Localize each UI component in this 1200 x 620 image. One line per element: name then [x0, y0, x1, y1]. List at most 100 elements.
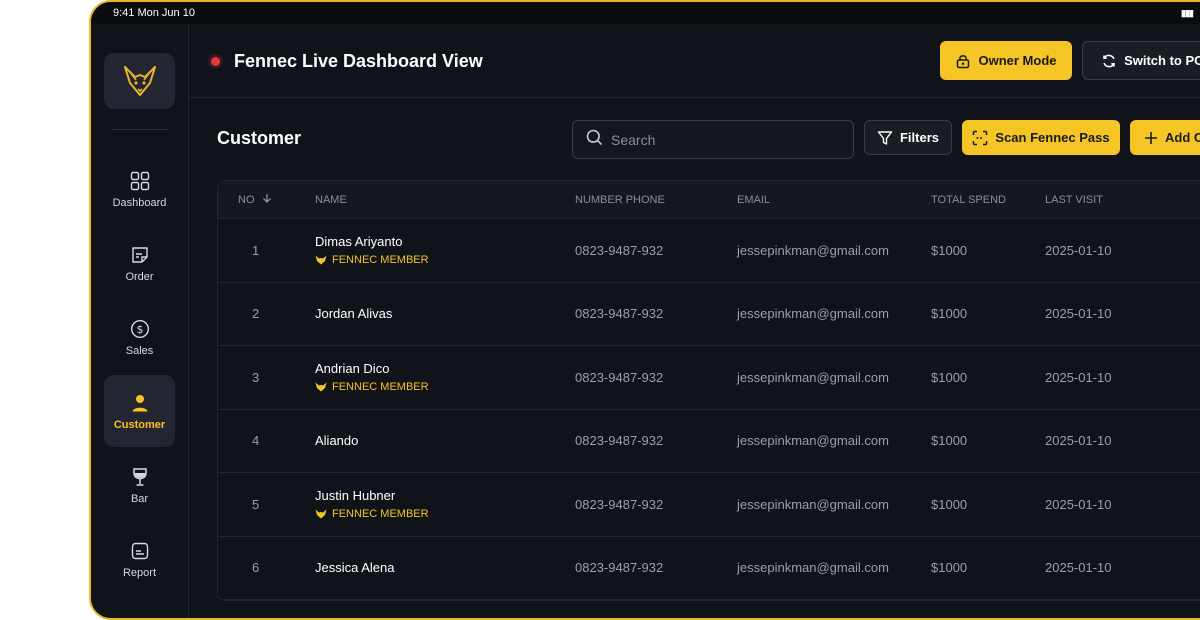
total-spend-cell: $1000: [931, 242, 968, 258]
sidebar-item-label: Customer: [113, 418, 166, 431]
total-spend-cell: $1000: [931, 496, 968, 512]
row-number: 3: [252, 369, 260, 385]
member-badge: FENNEC MEMBER: [315, 254, 575, 266]
live-indicator: [211, 57, 220, 66]
row-number: 5: [252, 496, 260, 512]
customer-name-cell: Dimas Ariyanto FENNEC MEMBER: [315, 234, 575, 266]
report-icon: [129, 540, 151, 562]
plus-icon: [1144, 131, 1158, 145]
column-header-email: EMAIL: [737, 193, 771, 206]
search-box[interactable]: [572, 120, 854, 159]
main-content: Fennec Live Dashboard View Owner Mode Sw…: [189, 24, 1200, 618]
sidebar-item-bar[interactable]: Bar: [104, 449, 175, 521]
customer-name-cell: Andrian Dico FENNEC MEMBER: [315, 361, 575, 393]
phone-cell: 0823-9487-932: [575, 242, 664, 258]
table-row[interactable]: 2 Jordan Alivas 0823-9487-932 jessepinkm…: [218, 282, 1200, 346]
status-time: 9:41 Mon Jun 10: [113, 7, 195, 19]
table-header: NO NAME NUMBER PHONE EMAIL TOTAL SPEND L…: [218, 181, 1200, 219]
total-spend-cell: $1000: [931, 560, 968, 576]
customer-name-cell: Jordan Alivas: [315, 306, 575, 321]
owner-mode-button[interactable]: Owner Mode: [940, 41, 1072, 80]
sidebar-item-label: Dashboard: [112, 196, 167, 209]
search-input[interactable]: [611, 131, 831, 148]
sidebar-item-label: Bar: [130, 492, 149, 505]
sidebar-item-dashboard[interactable]: Dashboard: [104, 153, 175, 225]
table-row[interactable]: 5 Justin Hubner FENNEC MEMBER 0823-9487-…: [218, 473, 1200, 537]
wine-glass-icon: [129, 466, 151, 488]
total-spend-cell: $1000: [931, 306, 968, 322]
customer-name: Jordan Alivas: [315, 306, 393, 322]
last-visit-cell: 2025-01-10: [1045, 433, 1112, 449]
customer-name-cell: Aliando: [315, 433, 575, 448]
sort-arrow-down-icon[interactable]: [262, 194, 272, 206]
add-customer-button[interactable]: Add Customer: [1130, 120, 1200, 155]
total-spend-cell: $1000: [931, 433, 968, 449]
switch-to-pos-label: Switch to POS: [1124, 53, 1200, 68]
customer-name-cell: Justin Hubner FENNEC MEMBER: [315, 488, 575, 520]
last-visit-cell: 2025-01-10: [1045, 242, 1112, 258]
svg-text:$: $: [136, 323, 143, 336]
filter-icon: [877, 130, 893, 146]
sidebar-item-label: Sales: [125, 344, 154, 357]
sidebar-item-sales[interactable]: $ Sales: [104, 301, 175, 373]
user-icon: [129, 392, 151, 414]
table-row[interactable]: 1 Dimas Ariyanto FENNEC MEMBER 0823-9487…: [218, 219, 1200, 283]
sidebar-item-report[interactable]: Report: [104, 523, 175, 595]
email-cell: jessepinkman@gmail.com: [737, 306, 889, 322]
email-cell: jessepinkman@gmail.com: [737, 433, 889, 449]
filters-button[interactable]: Filters: [864, 120, 952, 155]
customer-name: Jessica Alena: [315, 560, 395, 576]
phone-cell: 0823-9487-932: [575, 369, 664, 385]
lock-icon: [955, 53, 971, 69]
last-visit-cell: 2025-01-10: [1045, 369, 1112, 385]
row-number: 6: [252, 560, 260, 576]
last-visit-cell: 2025-01-10: [1045, 496, 1112, 512]
sidebar-item-customer[interactable]: Customer: [104, 375, 175, 447]
search-icon: [586, 129, 603, 151]
sidebar: Dashboard Order $ Sales Customer Bar Rep…: [91, 24, 189, 618]
fennec-logo[interactable]: [104, 53, 175, 109]
scan-icon: [972, 130, 988, 146]
fennec-logo-icon: [123, 66, 156, 96]
sidebar-item-order[interactable]: Order: [104, 227, 175, 299]
column-header-no[interactable]: NO: [218, 193, 315, 206]
table-row[interactable]: 3 Andrian Dico FENNEC MEMBER 0823-9487-9…: [218, 346, 1200, 410]
table-row[interactable]: 4 Aliando 0823-9487-932 jessepinkman@gma…: [218, 409, 1200, 473]
phone-cell: 0823-9487-932: [575, 560, 664, 576]
sidebar-divider: [111, 129, 169, 130]
row-number: 4: [252, 433, 260, 449]
column-header-last-visit: LAST VISIT: [1045, 193, 1103, 206]
member-badge: FENNEC MEMBER: [315, 381, 575, 393]
email-cell: jessepinkman@gmail.com: [737, 369, 889, 385]
email-cell: jessepinkman@gmail.com: [737, 560, 889, 576]
dollar-icon: $: [129, 318, 151, 340]
phone-cell: 0823-9487-932: [575, 496, 664, 512]
customer-name: Justin Hubner: [315, 488, 396, 504]
member-badge: FENNEC MEMBER: [315, 508, 575, 520]
customer-name: Aliando: [315, 433, 359, 449]
scan-fennec-pass-button[interactable]: Scan Fennec Pass: [962, 120, 1120, 155]
page-title: Fennec Live Dashboard View: [234, 51, 483, 71]
order-icon: [129, 244, 151, 266]
column-header-name: NAME: [315, 193, 347, 206]
total-spend-cell: $1000: [931, 369, 968, 385]
switch-to-pos-button[interactable]: Switch to POS: [1082, 41, 1200, 80]
phone-cell: 0823-9487-932: [575, 306, 664, 322]
phone-cell: 0823-9487-932: [575, 433, 664, 449]
table-row[interactable]: 6 Jessica Alena 0823-9487-932 jessepinkm…: [218, 536, 1200, 600]
tablet-frame: 9:41 Mon Jun 10 ▮▮▮ Dashboard Order $ Sa…: [89, 0, 1200, 620]
grid-icon: [129, 170, 151, 192]
scan-fennec-pass-label: Scan Fennec Pass: [995, 130, 1110, 145]
column-header-total-spend: TOTAL SPEND: [931, 193, 1006, 206]
column-header-phone: NUMBER PHONE: [575, 193, 665, 206]
email-cell: jessepinkman@gmail.com: [737, 242, 889, 258]
signal-icon: ▮▮▮: [1181, 8, 1194, 18]
sync-icon: [1101, 53, 1117, 69]
filters-label: Filters: [899, 130, 939, 145]
fennec-badge-icon: [315, 255, 327, 265]
owner-mode-label: Owner Mode: [978, 53, 1057, 68]
sidebar-item-label: Report: [122, 566, 157, 579]
fennec-badge-icon: [315, 382, 327, 392]
customer-name: Dimas Ariyanto: [315, 234, 403, 250]
top-bar: Fennec Live Dashboard View Owner Mode Sw…: [189, 24, 1200, 98]
